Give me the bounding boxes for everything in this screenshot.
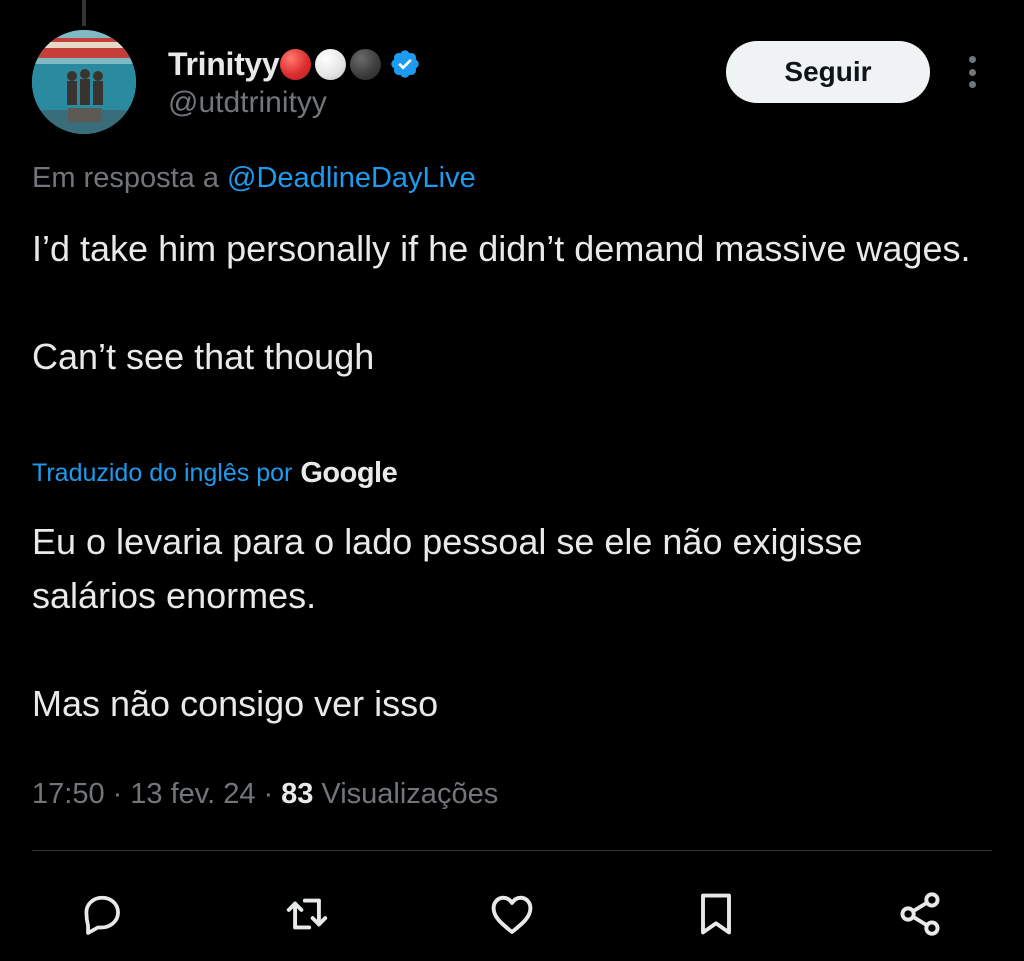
translation-label[interactable]: Traduzido do inglês por <box>32 459 292 488</box>
tweet-time[interactable]: 17:50 <box>32 778 105 811</box>
translated-tweet-text: Eu o levaria para o lado pessoal se ele … <box>32 521 863 724</box>
reply-context-prefix: Em resposta a <box>32 162 219 194</box>
divider <box>32 850 992 851</box>
tweet-date[interactable]: 13 fev. 24 <box>130 778 255 811</box>
share-icon[interactable] <box>894 888 946 940</box>
reply-icon[interactable] <box>76 888 128 940</box>
tweet-text: I’d take him personally if he didn’t dem… <box>32 228 971 377</box>
views-label: Visualizações <box>321 778 499 810</box>
author-display-name[interactable]: Trinityy <box>168 46 280 83</box>
author-handle[interactable]: @utdtrinityy <box>168 86 327 120</box>
tweet-detail-page: Trinityy @utdtrinityy Seguir Em resposta… <box>0 0 1024 961</box>
translation-attribution: Traduzido do inglês por Google <box>32 455 398 491</box>
heart-icon[interactable] <box>486 888 538 940</box>
white-circle-emoji-icon <box>315 48 347 80</box>
avatar-image <box>32 30 136 134</box>
views-count: 83 <box>281 778 314 810</box>
retweet-icon[interactable] <box>281 888 333 940</box>
verified-badge-icon <box>391 50 420 78</box>
google-logo: Google <box>300 456 398 489</box>
black-circle-emoji-icon <box>350 48 382 80</box>
tweet-meta: 17:50 · 13 fev. 24 · 83 Visualizações <box>32 778 498 811</box>
avatar[interactable] <box>32 30 136 134</box>
thread-connector-line <box>82 0 86 26</box>
bookmark-icon[interactable] <box>690 888 742 940</box>
red-circle-emoji-icon <box>280 48 312 80</box>
meta-separator: · <box>263 778 274 810</box>
follow-button[interactable]: Seguir <box>726 41 930 103</box>
more-vertical-icon[interactable] <box>958 52 986 92</box>
reply-context: Em resposta a @DeadlineDayLive <box>32 162 476 195</box>
reply-mention-link[interactable]: @DeadlineDayLive <box>227 162 476 194</box>
author-name-row[interactable]: Trinityy <box>168 44 421 84</box>
meta-separator: · <box>112 778 123 810</box>
